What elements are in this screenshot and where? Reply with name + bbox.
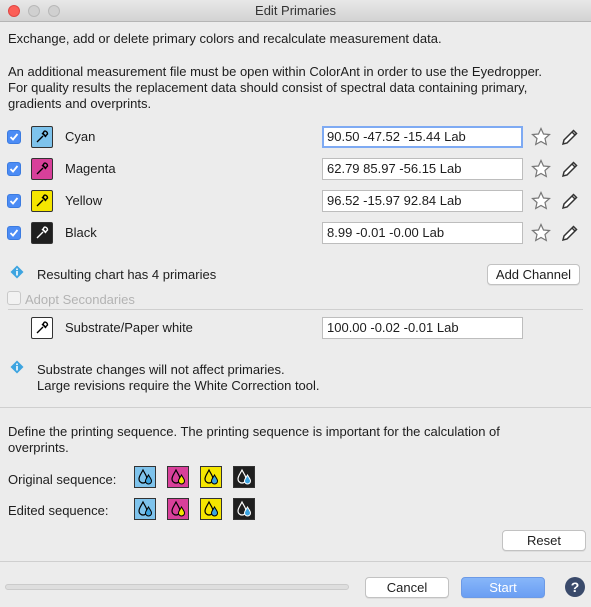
intro-line-4: gradients and overprints. [8, 96, 152, 111]
resulting-primaries-text: Resulting chart has 4 primaries [37, 267, 217, 282]
star-icon[interactable] [531, 191, 551, 211]
eyedropper-icon[interactable] [31, 317, 53, 339]
eyedropper-icon[interactable] [31, 158, 53, 180]
zoom-window-button[interactable] [48, 5, 60, 17]
sequence-description-line-2: overprints. [8, 440, 69, 455]
edited-sequence-label: Edited sequence: [8, 503, 109, 518]
channel-name-black: Black [65, 225, 97, 240]
channel-row-black: Black 8.99 -0.01 -0.00 Lab [0, 221, 591, 247]
intro-line-2: An additional measurement file must be o… [8, 64, 543, 79]
star-icon[interactable] [531, 159, 551, 179]
channel-row-yellow: Yellow 96.52 -15.97 92.84 Lab [0, 189, 591, 215]
star-icon[interactable] [531, 223, 551, 243]
ink-drops-icon [167, 466, 189, 488]
substrate-row: Substrate/Paper white 100.00 -0.02 -0.01… [0, 316, 591, 342]
window-title: Edit Primaries [255, 3, 336, 18]
start-button[interactable]: Start [461, 577, 545, 598]
channel-value-yellow-field[interactable]: 96.52 -15.97 92.84 Lab [322, 190, 523, 212]
intro-line-3: For quality results the replacement data… [8, 80, 528, 95]
ink-drops-icon[interactable] [233, 498, 255, 520]
channel-name-cyan: Cyan [65, 129, 96, 144]
substrate-note-line-2: Large revisions require the White Correc… [37, 378, 320, 393]
divider [8, 309, 583, 310]
divider [0, 407, 591, 408]
channel-row-magenta: Magenta 62.79 85.97 -56.15 Lab [0, 157, 591, 183]
channel-value-magenta-field[interactable]: 62.79 85.97 -56.15 Lab [322, 158, 523, 180]
reset-button[interactable]: Reset [502, 530, 586, 551]
divider [0, 561, 591, 562]
ink-drops-icon [134, 466, 156, 488]
add-channel-button[interactable]: Add Channel [487, 264, 580, 285]
adopt-secondaries-checkbox[interactable] [7, 291, 21, 305]
sequence-description-line-1: Define the printing sequence. The printi… [8, 424, 500, 439]
channel-name-magenta: Magenta [65, 161, 116, 176]
eyedropper-icon[interactable] [31, 190, 53, 212]
ink-drops-icon[interactable] [200, 498, 222, 520]
pencil-icon[interactable] [560, 127, 580, 147]
cancel-button[interactable]: Cancel [365, 577, 449, 598]
channel-name-yellow: Yellow [65, 193, 103, 208]
title-bar: Edit Primaries [0, 0, 591, 22]
info-icon [10, 265, 24, 279]
channel-checkbox-yellow[interactable] [7, 194, 21, 208]
intro-line-1: Exchange, add or delete primary colors a… [8, 31, 442, 46]
eyedropper-icon[interactable] [31, 222, 53, 244]
channel-checkbox-black[interactable] [7, 226, 21, 240]
ink-drops-icon[interactable] [167, 498, 189, 520]
ink-drops-icon [200, 466, 222, 488]
ink-drops-icon[interactable] [134, 498, 156, 520]
substrate-value-field[interactable]: 100.00 -0.02 -0.01 Lab [322, 317, 523, 339]
channel-checkbox-magenta[interactable] [7, 162, 21, 176]
ink-drops-icon [233, 466, 255, 488]
original-sequence-label: Original sequence: [8, 472, 117, 487]
channel-value-cyan-field[interactable]: 90.50 -47.52 -15.44 Lab [322, 126, 523, 148]
channel-row-cyan: Cyan 90.50 -47.52 -15.44 Lab [0, 125, 591, 151]
close-window-button[interactable] [8, 5, 20, 17]
substrate-note-line-1: Substrate changes will not affect primar… [37, 362, 285, 377]
channel-value-black-field[interactable]: 8.99 -0.01 -0.00 Lab [322, 222, 523, 244]
minimize-window-button[interactable] [28, 5, 40, 17]
channel-checkbox-cyan[interactable] [7, 130, 21, 144]
progress-bar [5, 584, 349, 590]
pencil-icon[interactable] [560, 159, 580, 179]
star-icon[interactable] [531, 127, 551, 147]
eyedropper-icon[interactable] [31, 126, 53, 148]
help-icon[interactable]: ? [565, 577, 585, 597]
pencil-icon[interactable] [560, 191, 580, 211]
info-icon [10, 360, 24, 374]
adopt-secondaries-label: Adopt Secondaries [25, 292, 135, 307]
pencil-icon[interactable] [560, 223, 580, 243]
substrate-name: Substrate/Paper white [65, 320, 193, 335]
